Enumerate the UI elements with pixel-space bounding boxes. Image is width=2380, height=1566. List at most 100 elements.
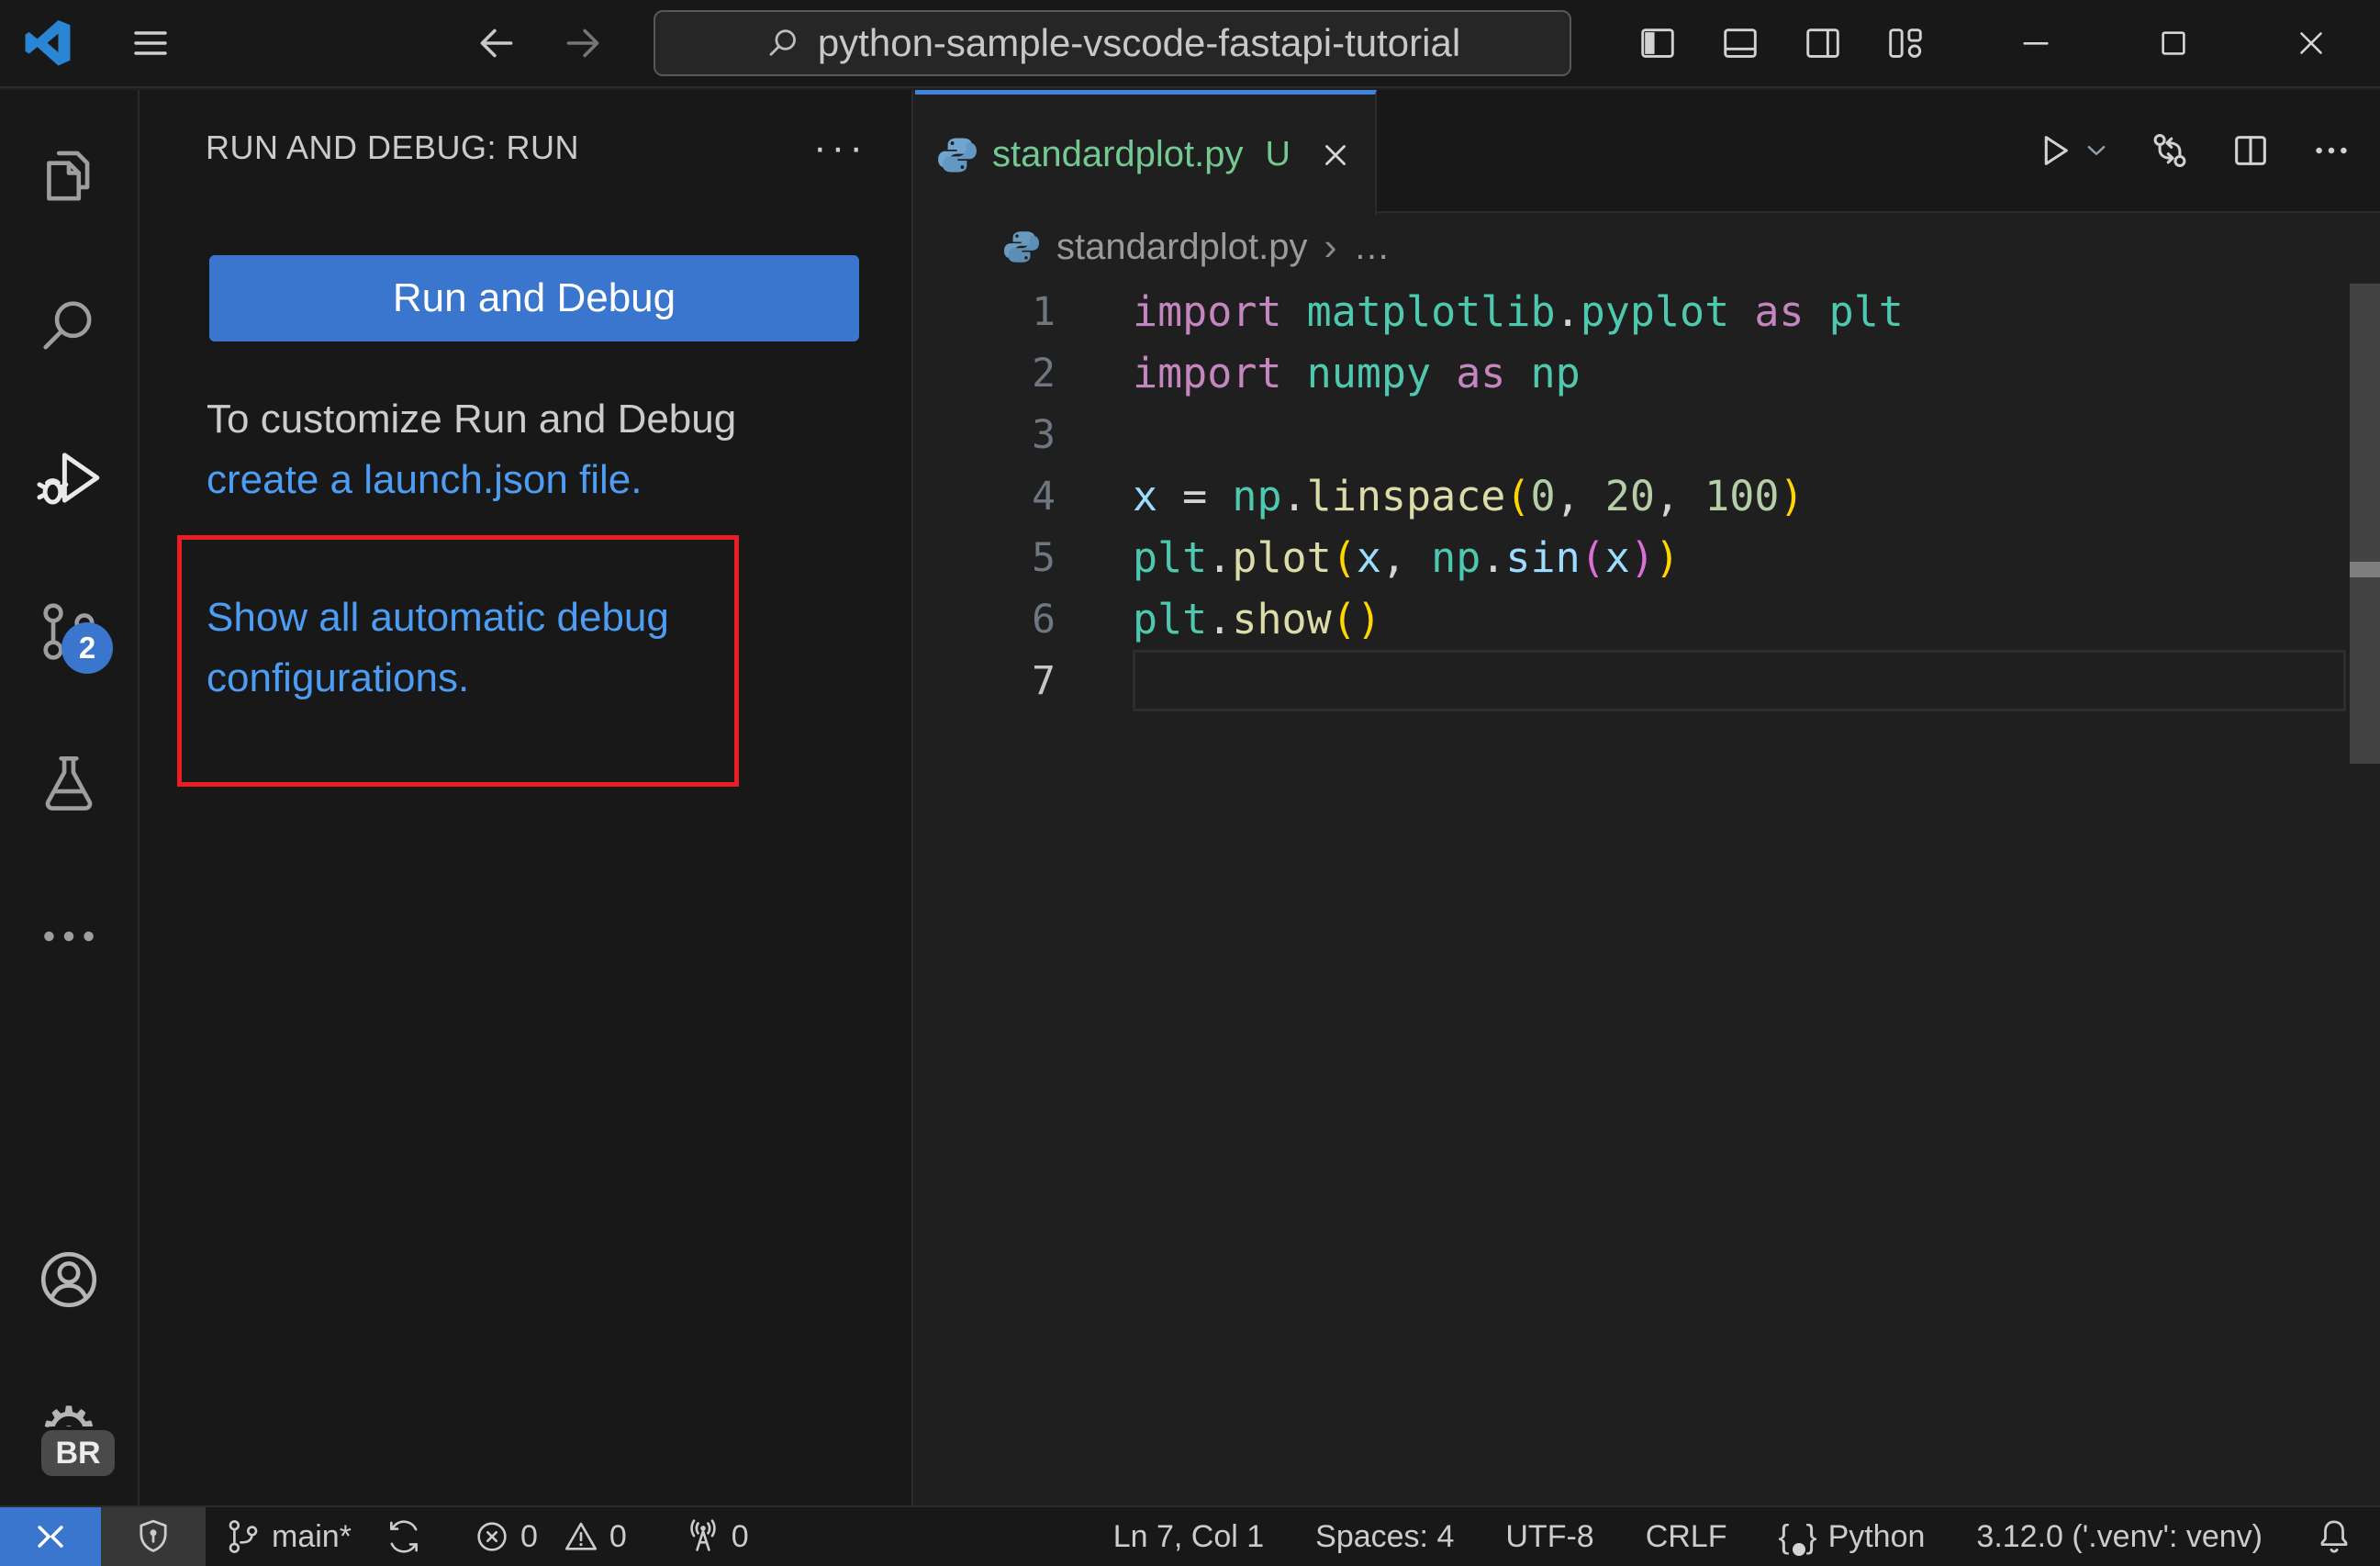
ports-count: 0 bbox=[731, 1518, 749, 1554]
sync-icon bbox=[389, 1520, 418, 1553]
run-and-debug-button[interactable]: Run and Debug bbox=[209, 255, 859, 341]
toggle-panel-icon[interactable] bbox=[1719, 22, 1761, 64]
sidebar-header: RUN AND DEBUG: RUN ··· bbox=[140, 90, 911, 168]
language-label: Python bbox=[1827, 1518, 1926, 1554]
run-and-debug-sidebar: RUN AND DEBUG: RUN ··· Run and Debug To … bbox=[140, 90, 913, 1505]
indentation[interactable]: Spaces: 4 bbox=[1315, 1519, 1454, 1555]
shield-icon bbox=[140, 1519, 167, 1552]
code-line[interactable]: 2 import numpy as np bbox=[915, 342, 2380, 404]
testing-icon bbox=[45, 755, 93, 811]
source-control-badge: 2 bbox=[61, 622, 113, 674]
sync-button[interactable] bbox=[385, 1517, 423, 1556]
title-bar: python-sample-vscode-fastapi-tutorial bbox=[0, 0, 2380, 88]
accounts-button[interactable] bbox=[32, 1243, 106, 1316]
line-content[interactable]: import numpy as np bbox=[1133, 342, 2380, 404]
tab-label: standardplot.py bbox=[992, 134, 1244, 174]
minimize-button[interactable] bbox=[1967, 0, 2105, 86]
code-line[interactable]: 1 import matplotlib. pyplot as plt bbox=[915, 281, 2380, 342]
code-line[interactable]: 5 plt. plot(x, np. sin(x)) bbox=[915, 527, 2380, 588]
sidebar-item-explorer[interactable] bbox=[32, 138, 106, 211]
line-content[interactable]: x = np. linspace(0, 20, 100) bbox=[1133, 465, 2380, 527]
ports-status[interactable]: 0 bbox=[684, 1517, 749, 1556]
bell-icon[interactable] bbox=[2314, 1516, 2354, 1557]
search-icon bbox=[769, 29, 796, 56]
code-lines: 1 import matplotlib. pyplot as plt 2 import … bbox=[915, 281, 2380, 711]
remote-indicator[interactable] bbox=[0, 1507, 101, 1566]
status-right: Ln 7, Col 1 Spaces: 4 UTF-8 CRLF {} Pyth… bbox=[1113, 1516, 2380, 1557]
customize-hint: To customize Run and Debug create a laun… bbox=[207, 389, 847, 510]
create-launch-json-link[interactable]: create a launch.json file. bbox=[207, 457, 642, 502]
account-icon bbox=[40, 1251, 97, 1308]
line-number: 7 bbox=[1032, 657, 1056, 704]
line-number: 2 bbox=[1032, 350, 1056, 397]
settings-button[interactable]: ⚙ BR bbox=[32, 1395, 118, 1480]
sidebar-item-testing[interactable] bbox=[32, 747, 106, 821]
files-icon bbox=[47, 151, 90, 201]
language-status[interactable]: {} Python bbox=[1778, 1517, 1926, 1556]
split-editor-icon[interactable] bbox=[2229, 129, 2272, 172]
search-value: python-sample-vscode-fastapi-tutorial bbox=[817, 21, 1461, 64]
close-button[interactable] bbox=[2242, 0, 2380, 86]
forward-arrow-icon[interactable] bbox=[560, 20, 606, 66]
line-number: 1 bbox=[1032, 288, 1056, 335]
ellipsis-icon bbox=[44, 931, 94, 942]
maximize-button[interactable] bbox=[2105, 0, 2242, 86]
vscode-logo bbox=[25, 20, 71, 66]
tab-close-icon[interactable] bbox=[1318, 138, 1353, 173]
toggle-primary-sidebar-icon[interactable] bbox=[1637, 22, 1679, 64]
sidebar-item-run-and-debug[interactable] bbox=[32, 442, 106, 516]
line-content[interactable] bbox=[1133, 404, 2380, 465]
breadcrumb-symbol[interactable]: … bbox=[1354, 227, 1391, 268]
line-content[interactable]: import matplotlib. pyplot as plt bbox=[1133, 281, 2380, 342]
show-debug-configurations-link[interactable]: Show all automatic debug configurations. bbox=[207, 587, 734, 709]
compare-changes-icon[interactable] bbox=[2149, 129, 2191, 172]
line-number: 3 bbox=[1032, 411, 1056, 458]
run-icon[interactable] bbox=[2031, 129, 2073, 172]
breadcrumb-separator: › bbox=[1324, 225, 1337, 268]
maximize-icon bbox=[2162, 31, 2185, 55]
code-line[interactable]: 3 bbox=[915, 404, 2380, 465]
customize-text: To customize Run and Debug bbox=[207, 397, 737, 442]
status-bar: main* 0 0 0 Ln 7, Col 1 Spaces: 4 UTF-8 … bbox=[0, 1505, 2380, 1566]
search-input[interactable]: python-sample-vscode-fastapi-tutorial bbox=[654, 10, 1571, 76]
sidebar-item-search[interactable] bbox=[32, 290, 106, 364]
tab-standardplot[interactable]: standardplot.py U bbox=[915, 90, 1377, 215]
toggle-secondary-sidebar-icon[interactable] bbox=[1802, 22, 1844, 64]
more-actions-icon[interactable] bbox=[2310, 129, 2352, 172]
line-number: 4 bbox=[1032, 473, 1056, 520]
problems-status[interactable]: 0 0 bbox=[473, 1517, 627, 1556]
tab-dirty-badge: U bbox=[1265, 135, 1291, 173]
branch-status[interactable]: main* bbox=[224, 1517, 352, 1556]
back-arrow-icon[interactable] bbox=[474, 20, 520, 66]
code-line[interactable]: 7 bbox=[915, 650, 2380, 711]
tab-bar: standardplot.py U bbox=[915, 90, 2380, 215]
line-content[interactable]: plt. show() bbox=[1133, 588, 2380, 650]
breadcrumb-file[interactable]: standardplot.py bbox=[1056, 227, 1308, 268]
code-line[interactable]: 4 x = np. linspace(0, 20, 100) bbox=[915, 465, 2380, 527]
minimize-icon bbox=[2023, 42, 2049, 45]
breadcrumb: standardplot.py › … bbox=[915, 213, 2380, 281]
run-debug-icon bbox=[37, 453, 100, 505]
workspace-trust-button[interactable] bbox=[101, 1507, 206, 1566]
eol-sequence[interactable]: CRLF bbox=[1646, 1519, 1727, 1555]
warning-count: 0 bbox=[609, 1518, 627, 1554]
search-icon bbox=[43, 301, 92, 350]
code-line[interactable]: 6 plt. show() bbox=[915, 588, 2380, 650]
additional-views-icon[interactable] bbox=[32, 900, 106, 973]
line-content[interactable]: plt. plot(x, np. sin(x)) bbox=[1133, 527, 2380, 588]
chevron-down-icon[interactable] bbox=[2083, 137, 2110, 164]
editor-actions bbox=[2031, 90, 2380, 211]
vertical-scrollbar[interactable] bbox=[2350, 284, 2380, 764]
sidebar-item-source-control[interactable]: 2 bbox=[32, 595, 113, 674]
views-more-actions-icon[interactable]: ··· bbox=[813, 128, 867, 168]
language-status-icon: {} bbox=[1778, 1517, 1819, 1556]
editor-group: standardplot.py U standardplot.py › … 1 … bbox=[915, 90, 2380, 1505]
menu-icon[interactable] bbox=[128, 21, 173, 65]
encoding[interactable]: UTF-8 bbox=[1505, 1519, 1593, 1555]
python-interpreter[interactable]: 3.12.0 ('.venv': venv) bbox=[1976, 1519, 2263, 1555]
profile-badge: BR bbox=[38, 1426, 118, 1480]
cursor-position[interactable]: Ln 7, Col 1 bbox=[1113, 1519, 1264, 1555]
customize-layout-icon[interactable] bbox=[1884, 22, 1927, 64]
line-content[interactable] bbox=[1133, 650, 2346, 711]
sidebar-title: RUN AND DEBUG: RUN bbox=[206, 129, 580, 166]
